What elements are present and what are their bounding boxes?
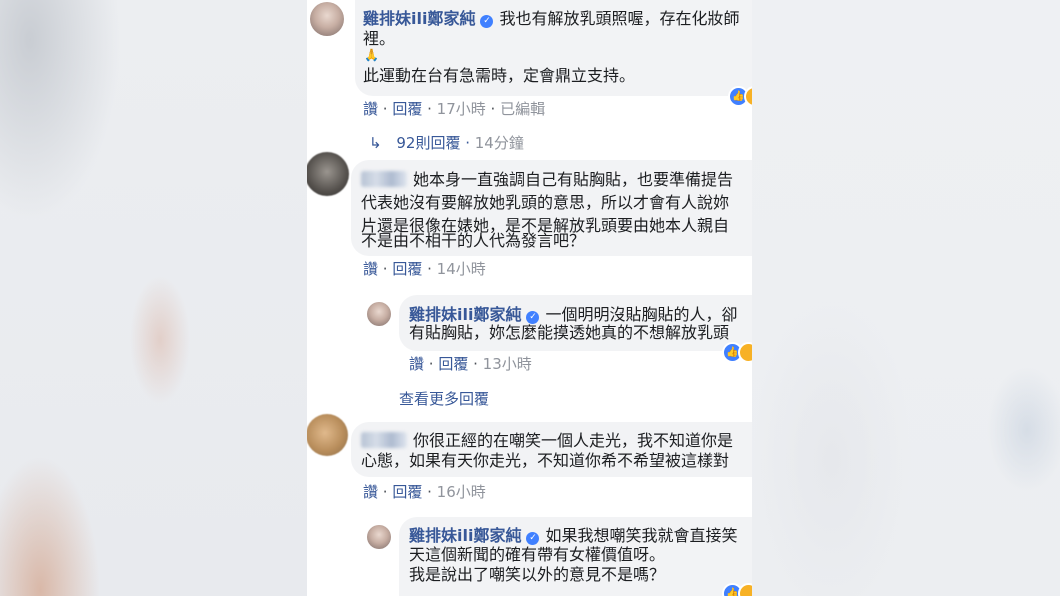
blurred-background-left (0, 0, 307, 596)
praying-hands-emoji: 🙏 (364, 48, 379, 62)
blurred-author-name[interactable] (361, 432, 407, 448)
like-button[interactable]: 讚 (363, 260, 378, 278)
comment-line: 心態，如果有天你走光，不知道你希不希望被這樣對 (361, 451, 730, 470)
avatar[interactable] (367, 525, 391, 549)
comment-line: 代表她沒有要解放她乳頭的意思，所以才會有人說妳 (361, 193, 730, 212)
reply-line: 有貼胸貼，妳怎麼能摸透她真的不想解放乳頭 (409, 323, 730, 342)
comment-line: 裡。 (363, 29, 396, 48)
reply-button[interactable]: 回覆 (392, 483, 422, 501)
author-name[interactable]: 雞排妹ili鄭家純 (363, 9, 475, 28)
comment-actions: 讚 · 回覆 · 17小時 · 已編輯 (363, 100, 546, 118)
timestamp[interactable]: 17小時 (437, 100, 486, 118)
comment-actions: 讚 · 回覆 · 14小時 (363, 260, 486, 278)
reply-line: 我是說出了嘲笑以外的意見不是嗎？ (409, 565, 666, 584)
reply-arrow-icon: ↳ (369, 134, 382, 152)
timestamp: 14分鐘 (474, 134, 524, 152)
avatar[interactable] (307, 414, 348, 456)
like-button[interactable]: 讚 (363, 100, 378, 118)
like-button[interactable]: 讚 (363, 483, 378, 501)
avatar[interactable] (310, 2, 344, 36)
avatar[interactable] (367, 302, 391, 326)
reply-button[interactable]: 回覆 (392, 260, 422, 278)
comment-line: 你很正經的在嘲笑一個人走光，我不知道你是 (413, 431, 734, 450)
comment-line: 我也有解放乳頭照喔，存在化妝師 (499, 9, 740, 28)
edited-label[interactable]: 已編輯 (500, 100, 545, 118)
comment-line: 此運動在台有急需時，定會鼎立支持。 (363, 66, 636, 85)
verified-badge-icon: ✓ (480, 15, 494, 28)
comment-actions: 讚 · 回覆 · 16小時 (363, 483, 486, 501)
comment-text: 她本身一直強調自己有貼胸貼，也要準備提告 (361, 168, 733, 191)
blurred-author-name[interactable] (361, 171, 407, 187)
timestamp[interactable]: 16小時 (437, 483, 486, 501)
timestamp[interactable]: 13小時 (483, 355, 532, 373)
like-button[interactable]: 讚 (409, 355, 424, 373)
replies-count[interactable]: 92則回覆 (396, 134, 460, 152)
blurred-background-right (752, 0, 1060, 596)
reply-button[interactable]: 回覆 (438, 355, 468, 373)
comment-line: 不是由不相干的人代為發言吧？ (361, 231, 586, 250)
timestamp[interactable]: 14小時 (437, 260, 486, 278)
reply-button[interactable]: 回覆 (392, 100, 422, 118)
comments-panel: 雞排妹ili鄭家純 ✓ 我也有解放乳頭照喔，存在化妝師 裡。 🙏 此運動在台有急需時… (307, 0, 752, 596)
haha-reaction-icon[interactable] (738, 342, 752, 363)
view-more-replies-link[interactable]: 查看更多回覆 (399, 388, 489, 409)
comment-text: 雞排妹ili鄭家純 ✓ 我也有解放乳頭照喔，存在化妝師 (363, 7, 739, 30)
comment-line: 她本身一直強調自己有貼胸貼，也要準備提告 (413, 170, 734, 189)
avatar[interactable] (307, 152, 349, 196)
view-replies-link[interactable]: ↳ 92則回覆 · 14分鐘 (369, 132, 524, 153)
reply-actions: 讚 · 回覆 · 13小時 (409, 355, 532, 373)
